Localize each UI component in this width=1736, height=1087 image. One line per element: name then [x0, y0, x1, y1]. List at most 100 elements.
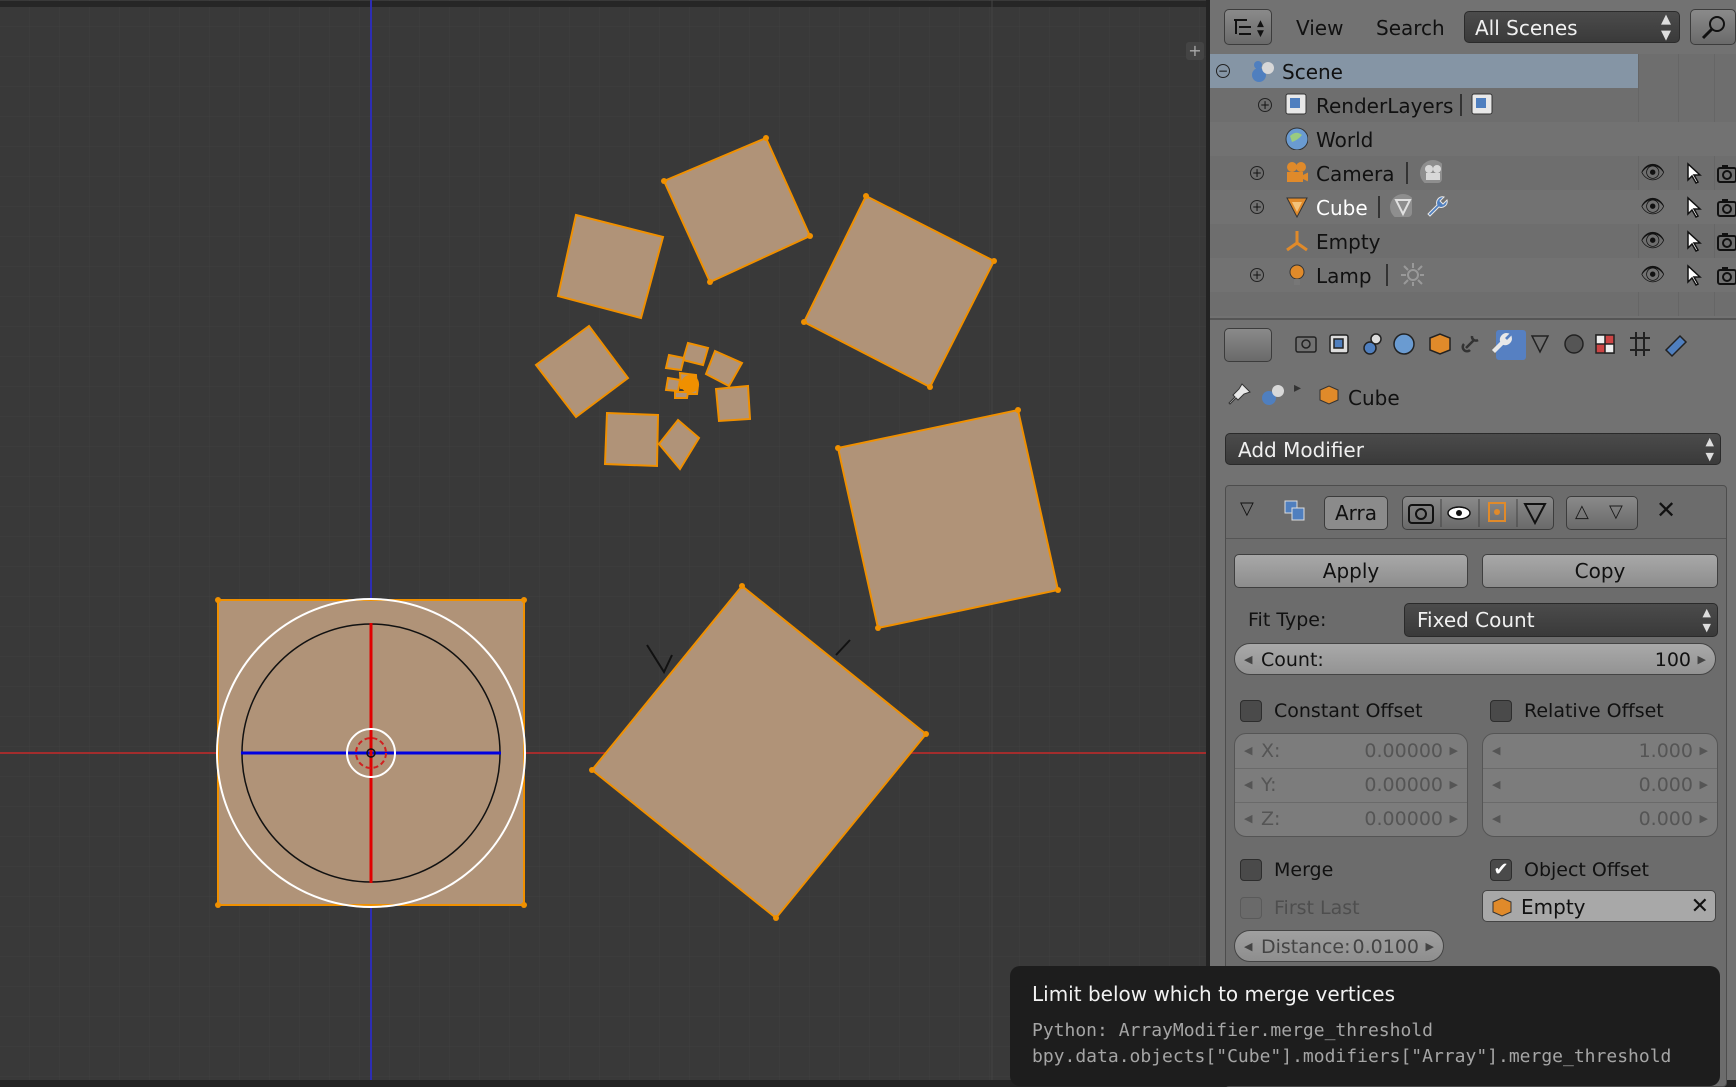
select-cursor-icon[interactable] [1684, 230, 1704, 252]
viewport-canvas [0, 0, 1206, 1080]
outliner-row-lamp[interactable]: + Lamp 👁 [1210, 258, 1736, 292]
select-cursor-icon[interactable] [1684, 162, 1704, 184]
relative-offset-z[interactable]: ◀ 0.000 ▶ [1483, 802, 1717, 836]
collapse-icon[interactable]: − [1216, 64, 1230, 78]
count-label: Count: [1261, 649, 1324, 671]
outliner-label-scene: Scene [1282, 60, 1343, 84]
cube-instance [674, 391, 690, 399]
cube-instance [714, 384, 752, 423]
pin-icon[interactable] [1226, 382, 1252, 408]
copy-button[interactable]: Copy [1482, 554, 1718, 588]
fit-type-label: Fit Type: [1248, 609, 1327, 631]
lamp-icon [1289, 264, 1305, 285]
constant-offset-checkbox[interactable] [1240, 700, 1262, 722]
select-cursor-icon[interactable] [1684, 196, 1704, 218]
relative-offset-x[interactable]: ◀ 1.000 ▶ [1483, 734, 1717, 769]
relative-offset-label: Relative Offset [1524, 700, 1664, 722]
outliner-row-empty[interactable]: Empty 👁 [1210, 224, 1736, 258]
outliner-row-scene[interactable]: − Scene [1210, 54, 1638, 88]
on-cage-icon [1523, 503, 1547, 526]
outliner-label-lamp: Lamp [1316, 264, 1372, 288]
remove-modifier-icon[interactable]: ✕ [1656, 496, 1676, 524]
move-up-icon[interactable]: △ [1575, 501, 1589, 522]
count-field[interactable]: ◀ Count: 100 ▶ [1234, 643, 1716, 675]
fit-type-dropdown[interactable]: Fixed Count ▲ ▼ [1404, 603, 1718, 637]
cube-instance [836, 408, 1060, 630]
merge-distance-field[interactable]: ◀ Distance: 0.0100 ▶ [1234, 930, 1444, 962]
outliner-row-renderlayers[interactable]: + RenderLayers [1210, 88, 1736, 122]
empty-object-icon [1286, 231, 1308, 252]
3d-viewport[interactable]: + [0, 0, 1206, 1080]
tooltip: Limit below which to merge vertices Pyth… [1010, 966, 1720, 1086]
tooltip-title: Limit below which to merge vertices [1032, 982, 1395, 1006]
visibility-eye-icon[interactable]: 👁 [1640, 194, 1665, 218]
offset-object-value: Empty [1521, 895, 1586, 919]
render-camera-icon[interactable] [1716, 196, 1736, 218]
mesh-data-icon [1390, 194, 1412, 217]
constant-offset-z[interactable]: ◀ Z: 0.00000 ▶ [1235, 802, 1467, 836]
split-area-icon[interactable]: + [1186, 42, 1204, 60]
search-button[interactable] [1690, 9, 1736, 45]
constant-offset-vector: ◀ X: 0.00000 ▶ ◀ Y: 0.00000 ▶ ◀ Z: 0.00000 ▶ [1234, 733, 1468, 837]
visibility-eye-icon[interactable]: 👁 [1640, 160, 1665, 184]
fit-type-value: Fixed Count [1417, 608, 1535, 632]
cube-instance [603, 411, 660, 468]
menu-search[interactable]: Search [1376, 16, 1445, 40]
render-camera-icon[interactable] [1716, 230, 1736, 252]
cube-instance [664, 376, 682, 393]
outliner-row-world[interactable]: World [1210, 122, 1736, 156]
properties-header [1210, 318, 1736, 370]
editmode-icon [1488, 502, 1506, 522]
modifier-wrench-icon [1427, 196, 1448, 217]
object-offset-checkbox[interactable]: ✔ [1490, 859, 1512, 881]
mesh-object-icon [1286, 197, 1308, 218]
menu-view[interactable]: View [1296, 16, 1343, 40]
camera-data-icon [1420, 160, 1442, 183]
render-toggle-icon [1408, 504, 1434, 524]
merge-checkbox[interactable] [1240, 859, 1262, 881]
select-arrows-icon: ▲ ▼ [1705, 435, 1714, 463]
editor-type-button[interactable]: ▲ ▼ [1224, 9, 1272, 45]
outliner-row-camera[interactable]: + Camera 👁 [1210, 156, 1736, 190]
relative-offset-checkbox[interactable] [1490, 700, 1512, 722]
world-icon [1285, 127, 1308, 150]
expand-icon[interactable]: + [1250, 200, 1264, 214]
display-mode-select[interactable]: All Scenes ▲ ▼ [1464, 11, 1680, 43]
breadcrumb-arrow-icon: ▸ [1294, 380, 1302, 396]
select-cursor-icon[interactable] [1684, 264, 1704, 286]
offset-object-field[interactable]: Empty ✕ [1482, 890, 1716, 922]
render-camera-icon[interactable] [1716, 264, 1736, 286]
tooltip-path: bpy.data.objects["Cube"].modifiers["Arra… [1032, 1046, 1672, 1067]
select-arrows-icon: ▲ ▼ [1661, 12, 1671, 43]
move-down-icon[interactable]: ▽ [1609, 501, 1623, 522]
count-value: 100 [1654, 649, 1691, 671]
outliner-label-empty: Empty [1316, 230, 1381, 254]
modifier-name-field[interactable]: Arra [1324, 496, 1388, 530]
first-last-label: First Last [1274, 897, 1360, 919]
expand-icon[interactable]: + [1258, 98, 1272, 112]
clear-object-icon[interactable]: ✕ [1691, 891, 1709, 923]
outliner-label-camera: Camera [1316, 162, 1395, 186]
collapse-arrow-icon[interactable]: ▽ [1240, 498, 1254, 519]
render-camera-icon[interactable] [1716, 162, 1736, 184]
visibility-eye-icon[interactable]: 👁 [1640, 262, 1665, 286]
apply-button[interactable]: Apply [1234, 554, 1468, 588]
expand-icon[interactable]: + [1250, 268, 1264, 282]
expand-icon[interactable]: + [1250, 166, 1264, 180]
svg-text:▼: ▼ [1257, 29, 1264, 39]
outliner-header: ▲ ▼ View Search All Scenes ▲ ▼ [1210, 0, 1736, 55]
outliner-tree[interactable]: − Scene + RenderLayers World + Camera 👁 [1210, 54, 1736, 316]
render-layer-icon [1471, 93, 1493, 115]
visibility-eye-icon[interactable]: 👁 [1640, 228, 1665, 252]
constant-offset-x[interactable]: ◀ X: 0.00000 ▶ [1235, 734, 1467, 769]
properties-editor-type-button[interactable] [1224, 328, 1272, 362]
renderlayers-icon [1285, 93, 1307, 115]
svg-text:▲: ▲ [1257, 19, 1264, 29]
first-last-checkbox[interactable] [1240, 897, 1262, 919]
modifier-display-toggles [1402, 496, 1554, 530]
constant-offset-y[interactable]: ◀ Y: 0.00000 ▶ [1235, 768, 1467, 803]
add-modifier-dropdown[interactable]: Add Modifier ▲ ▼ [1225, 433, 1721, 465]
outliner-row-cube[interactable]: + Cube 👁 [1210, 190, 1736, 224]
merge-label: Merge [1274, 859, 1334, 881]
relative-offset-y[interactable]: ◀ 0.000 ▶ [1483, 768, 1717, 803]
